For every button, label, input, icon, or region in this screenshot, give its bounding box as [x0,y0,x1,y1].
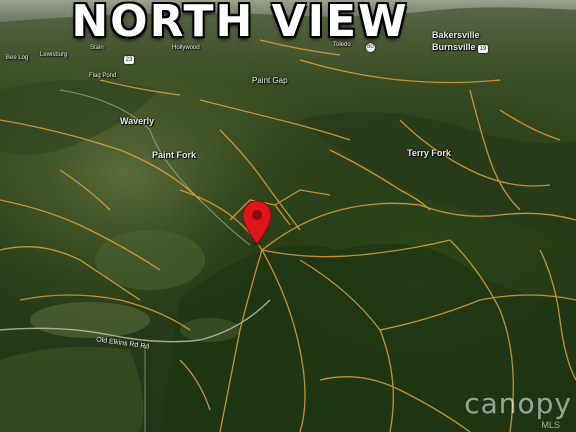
place-label-stain: Stain [90,45,104,51]
place-label-burnsville: Burnsville [432,42,476,52]
place-label-bee-log: Bee Log [6,55,29,61]
place-label-hollywood: Hollywood [172,45,200,51]
place-label-flag-pond: Flag Pond [89,73,117,79]
place-label-paint-fork: Paint Fork [152,150,197,160]
route-shield-nc: 80 [366,43,375,52]
place-label-lewisburg: Lewisburg [40,52,68,58]
place-label-toledo: Toledo [333,42,351,48]
place-label-paint-gap: Paint Gap [252,76,288,85]
place-label-waverly: Waverly [120,116,155,126]
page-title: NORTH VIEW [71,0,409,47]
satellite-terrain [0,0,576,432]
brand-watermark-sub: MLS [541,420,560,430]
place-label-terry-fork: Terry Fork [407,148,451,158]
place-label-bakersville: Bakersville [432,30,480,40]
route-shield-other: 19 [478,45,488,53]
route-shield-us: 23 [124,56,134,64]
location-pin-icon[interactable] [242,200,272,246]
brand-watermark: canopy [464,387,572,420]
map-view[interactable]: NORTH VIEW Bakersville Burnsville Toledo… [0,0,576,432]
